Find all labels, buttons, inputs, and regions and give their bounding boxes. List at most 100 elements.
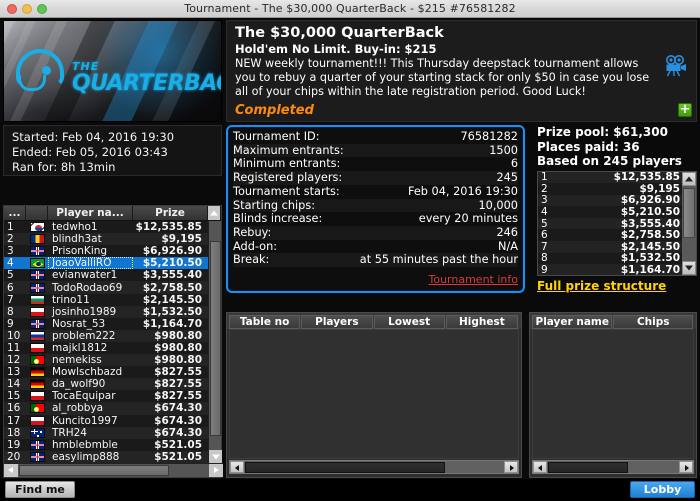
table-row[interactable]: 6 TodoRodao69 $2,758.50 xyxy=(4,281,210,294)
country-flag-pt xyxy=(29,355,45,366)
started-time: Started: Feb 04, 2016 19:30 xyxy=(12,130,175,144)
table-row[interactable]: 11 majkl1812 $980.80 xyxy=(4,341,210,355)
table-row[interactable]: 15 TocaEquipar $827.55 xyxy=(4,390,210,403)
table-row[interactable]: 9 Nosrat_53 $1,164.70 xyxy=(4,317,210,330)
player-name: Mowlschbazd xyxy=(52,366,123,379)
player-list-horizontal-scrollbar[interactable] xyxy=(4,463,223,477)
table-row[interactable]: 14 da_wolf90 $827.55 xyxy=(4,378,210,391)
column-header-highest[interactable]: Highest xyxy=(445,315,518,329)
helmet-icon xyxy=(16,49,70,97)
seats-hscroll-thumb[interactable] xyxy=(548,462,628,473)
tournament-info-panel: Tournament ID: 76581282 Maximum entrants: 1… xyxy=(226,125,525,293)
column-header-prize[interactable]: Prize xyxy=(133,206,208,220)
player-scroll-thumb[interactable] xyxy=(210,241,221,436)
prize-row[interactable]: 8 $1,532.50 xyxy=(538,252,684,265)
prize-row[interactable]: 1 $12,535.85 xyxy=(538,171,684,183)
country-flag-cz xyxy=(29,306,45,317)
player-country xyxy=(26,355,48,366)
info-row: Tournament starts: Feb 04, 2016 19:30 xyxy=(233,185,518,199)
table-row[interactable]: 10 problem222 $980.80 xyxy=(4,329,210,342)
seats-scroll-right-button[interactable] xyxy=(679,461,693,473)
info-value: 6 xyxy=(510,157,518,171)
full-prize-structure-link[interactable]: Full prize structure xyxy=(537,279,697,293)
prize-row[interactable]: 2 $9,195 xyxy=(538,183,684,195)
player-prize: $3,555.40 xyxy=(142,269,202,282)
tables-scroll-right-button[interactable] xyxy=(504,461,518,473)
table-row[interactable]: 4 JoaoValliRO $5,210.50 xyxy=(4,257,210,270)
table-row[interactable]: 3 PrisonKing $6,926.90 xyxy=(4,245,210,258)
column-header-lowest[interactable]: Lowest xyxy=(373,315,445,329)
table-row[interactable]: 2 blindh3at $9,195 xyxy=(4,233,210,246)
player-scroll-left-button[interactable] xyxy=(4,464,18,477)
player-prize: $674.30 xyxy=(154,402,202,415)
table-row[interactable]: 5 evianwater1 $3,555.40 xyxy=(4,269,210,282)
prize-row[interactable]: 5 $3,555.40 xyxy=(538,218,684,230)
info-label: Starting chips: xyxy=(233,198,316,212)
tables-hscroll-thumb[interactable] xyxy=(245,462,445,473)
movie-camera-icon[interactable] xyxy=(664,55,688,77)
seats-scroll-left-button[interactable] xyxy=(533,461,547,473)
player-prize: $12,535.85 xyxy=(135,221,202,234)
column-header-rank[interactable]: ... xyxy=(4,206,26,220)
player-rank: 19 xyxy=(7,438,21,451)
column-header-players[interactable]: Players xyxy=(301,315,373,329)
country-flag-cz xyxy=(29,415,45,426)
table-row[interactable]: 20 easylimp888 $521.05 xyxy=(4,450,210,463)
player-name: hmblebmble xyxy=(52,438,118,451)
table-row[interactable]: 16 al_robbya $674.30 xyxy=(4,402,210,415)
prize-scroll-down-button[interactable] xyxy=(682,260,696,275)
country-flag-ro xyxy=(29,234,45,245)
info-row: Tournament ID: 76581282 xyxy=(233,130,518,144)
country-flag-gb xyxy=(29,270,45,281)
prize-list-rows: 1 $12,535.85 2 $9,195 3 $6,926.90 4 $5,210.50 5 $… xyxy=(538,171,684,275)
player-scroll-down-button[interactable] xyxy=(209,450,222,464)
table-row[interactable]: 19 hmblebmble $521.05 xyxy=(4,438,210,451)
column-header-table-no[interactable]: Table no xyxy=(229,315,301,329)
player-scroll-up-button[interactable] xyxy=(208,206,221,220)
column-header-chips[interactable]: Chips xyxy=(613,315,693,329)
prize-scroll-up-button[interactable] xyxy=(682,171,696,186)
table-row[interactable]: 13 Mowlschbazd $827.55 xyxy=(4,366,210,379)
prize-list-scrollbar[interactable] xyxy=(682,171,696,275)
tables-horizontal-scrollbar[interactable] xyxy=(229,460,519,474)
player-hscroll-thumb[interactable] xyxy=(19,465,169,476)
prize-place: 8 xyxy=(541,252,548,265)
lobby-button[interactable]: Lobby xyxy=(630,481,695,498)
country-flag-de xyxy=(29,367,45,378)
table-row[interactable]: 12 nemekiss $980.80 xyxy=(4,354,210,367)
column-header-country[interactable] xyxy=(26,206,48,220)
country-flag-cz xyxy=(29,342,45,353)
table-row[interactable]: 18 TRH24 $674.30 xyxy=(4,426,210,439)
table-row[interactable]: 17 Kuncito1997 $674.30 xyxy=(4,414,210,427)
table-row[interactable]: 7 trino11 $2,145.50 xyxy=(4,293,210,306)
prize-scroll-thumb[interactable] xyxy=(683,187,695,238)
info-label: Blinds increase: xyxy=(233,212,323,226)
tables-panel: Table no Players Lowest Highest xyxy=(226,312,522,478)
column-header-player[interactable]: Player na... xyxy=(48,206,133,220)
plus-icon[interactable]: + xyxy=(678,103,692,117)
player-list-vertical-scrollbar[interactable] xyxy=(208,221,222,464)
tables-scroll-left-button[interactable] xyxy=(230,461,244,473)
column-header-player-name[interactable]: Player name xyxy=(532,315,613,329)
player-rank: 11 xyxy=(7,341,21,354)
prize-row[interactable]: 4 $5,210.50 xyxy=(538,206,684,218)
find-me-button[interactable]: Find me xyxy=(5,481,75,498)
player-scroll-right-button[interactable] xyxy=(209,464,223,477)
prize-place: 7 xyxy=(541,240,548,253)
prize-row[interactable]: 6 $2,758.50 xyxy=(538,229,684,241)
player-prize: $827.55 xyxy=(154,390,202,403)
table-row[interactable]: 8 josinho1989 $1,532.50 xyxy=(4,305,210,318)
info-row: Rebuy: 246 xyxy=(233,225,518,240)
based-on-players: Based on 245 players xyxy=(537,154,682,168)
prize-row[interactable]: 7 $2,145.50 xyxy=(538,241,684,253)
tournament-info-link[interactable]: Tournament info xyxy=(429,273,519,286)
player-rank: 17 xyxy=(7,414,21,427)
prize-row[interactable]: 3 $6,926.90 xyxy=(538,194,684,206)
player-country xyxy=(26,234,48,245)
table-row[interactable]: 1 tedwho1 $12,535.85 xyxy=(4,221,210,234)
seats-horizontal-scrollbar[interactable] xyxy=(532,460,694,474)
tournament-description-panel: The $30,000 QuarterBack Hold'em No Limit… xyxy=(226,20,697,122)
places-paid: Places paid: 36 xyxy=(537,139,640,154)
player-country xyxy=(26,342,48,353)
prize-row[interactable]: 9 $1,164.70 xyxy=(538,264,684,275)
